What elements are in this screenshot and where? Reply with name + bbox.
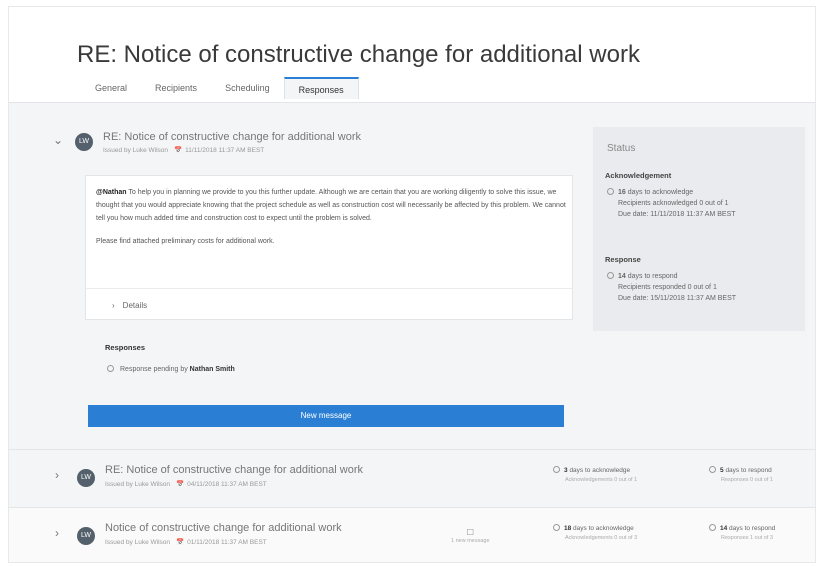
status-heading: Status: [607, 143, 636, 154]
tab-bar: General Recipients Scheduling Responses: [81, 77, 359, 99]
status-panel: Status Acknowledgement 16 days to acknow…: [593, 127, 805, 331]
calendar-icon: 📅: [176, 539, 185, 546]
resp-sub: Responses 1 out of 3: [721, 535, 773, 541]
new-message-count[interactable]: □ 1 new message: [451, 527, 490, 544]
resp-counter: 14 days to respond Responses 1 out of 3: [709, 524, 775, 541]
resp-due-date: Due date: 15/11/2018 11:37 AM BEST: [618, 295, 737, 302]
clock-icon: [107, 365, 114, 372]
resp-label: days to respond: [725, 467, 772, 474]
ack-days-label: days to acknowledge: [627, 189, 694, 196]
new-message-button[interactable]: New message: [88, 405, 564, 427]
response-info: 14 days to respond Recipients responded …: [607, 271, 736, 304]
ack-days: 3: [564, 467, 568, 474]
ack-due-date: Due date: 11/11/2018 11:37 AM BEST: [618, 211, 736, 218]
acknowledgement-info: 16 days to acknowledge Recipients acknow…: [607, 187, 736, 220]
ack-counter: 3 days to acknowledge Acknowledgements 0…: [553, 466, 637, 483]
acknowledgement-heading: Acknowledgement: [605, 171, 672, 180]
resp-recipients: Recipients responded 0 out of 1: [618, 284, 717, 291]
mention[interactable]: @Nathan: [96, 189, 127, 196]
message-paragraph-1: To help you in planning we provide to yo…: [96, 189, 566, 222]
avatar: LW: [77, 527, 95, 545]
resp-days: 14: [618, 273, 626, 280]
response-pending-text: Response pending by: [120, 366, 188, 373]
avatar: LW: [77, 469, 95, 487]
avatar: LW: [75, 133, 93, 151]
ack-recipients: Recipients acknowledged 0 out of 1: [618, 200, 729, 207]
calendar-icon: 📅: [174, 147, 183, 154]
response-pending-row: Response pending by Nathan Smith: [107, 365, 235, 373]
message-paragraph-2: Please find attached preliminary costs f…: [96, 238, 275, 245]
clock-icon: [709, 466, 716, 473]
tab-general[interactable]: General: [81, 77, 141, 99]
clock-icon: [553, 524, 560, 531]
issued-by-text: Issued by Luke Wilson: [105, 481, 171, 488]
ack-label: days to acknowledge: [573, 525, 634, 532]
calendar-icon: 📅: [176, 481, 185, 488]
message-body: @Nathan To help you in planning we provi…: [96, 186, 566, 258]
tab-responses[interactable]: Responses: [283, 77, 359, 99]
clock-icon: [607, 272, 614, 279]
message-date: 11/11/2018 11:37 AM BEST: [185, 147, 265, 154]
ack-counter: 18 days to acknowledge Acknowledgements …: [553, 524, 637, 541]
issued-by-text: Issued by Luke Wilson: [103, 147, 169, 154]
expand-chevron-icon[interactable]: ›: [55, 468, 59, 482]
page-header: RE: Notice of constructive change for ad…: [9, 7, 815, 103]
message-row[interactable]: › LW RE: Notice of constructive change f…: [9, 449, 815, 505]
clock-icon: [553, 466, 560, 473]
issued-by-text: Issued by Luke Wilson: [105, 539, 171, 546]
clock-icon: [709, 524, 716, 531]
resp-days: 14: [720, 525, 728, 532]
message-title[interactable]: Notice of constructive change for additi…: [105, 522, 342, 534]
new-message-count-label: 1 new message: [451, 538, 490, 544]
collapse-chevron-icon[interactable]: ⌄: [53, 133, 63, 147]
resp-days-label: days to respond: [627, 273, 678, 280]
message-thread-panel: RE: Notice of constructive change for ad…: [8, 6, 816, 563]
response-heading: Response: [605, 255, 641, 264]
ack-days: 18: [564, 525, 572, 532]
resp-counter: 5 days to respond Responses 0 out of 1: [709, 466, 773, 483]
message-meta: Issued by Luke Wilson 📅 11/11/2018 11:37 A…: [103, 146, 264, 154]
message-date: 04/11/2018 11:37 AM BEST: [187, 481, 267, 488]
details-label: Details: [122, 301, 148, 310]
ack-days: 16: [618, 189, 626, 196]
ack-sub: Acknowledgements 0 out of 1: [565, 477, 638, 483]
chevron-right-icon: ›: [112, 301, 115, 310]
message-icon: □: [467, 527, 474, 538]
resp-label: days to respond: [729, 525, 776, 532]
expand-chevron-icon[interactable]: ›: [55, 526, 59, 540]
resp-days: 5: [720, 467, 724, 474]
page-title: RE: Notice of constructive change for ad…: [77, 41, 640, 68]
message-meta: Issued by Luke Wilson 📅 01/11/2018 11:37 A…: [105, 538, 267, 546]
response-pending-name: Nathan Smith: [189, 366, 235, 373]
tab-recipients[interactable]: Recipients: [141, 77, 211, 99]
message-date: 01/11/2018 11:37 AM BEST: [187, 539, 267, 546]
ack-sub: Acknowledgements 0 out of 3: [565, 535, 638, 541]
responses-heading: Responses: [105, 343, 146, 352]
message-title[interactable]: RE: Notice of constructive change for ad…: [105, 464, 363, 476]
resp-sub: Responses 0 out of 1: [721, 477, 773, 483]
details-toggle[interactable]: › Details: [86, 288, 572, 321]
message-meta: Issued by Luke Wilson 📅 04/11/2018 11:37 A…: [105, 480, 267, 488]
message-card: @Nathan To help you in planning we provi…: [85, 175, 573, 320]
tab-scheduling[interactable]: Scheduling: [211, 77, 284, 99]
clock-icon: [607, 188, 614, 195]
message-title[interactable]: RE: Notice of constructive change for ad…: [103, 131, 361, 143]
ack-label: days to acknowledge: [569, 467, 631, 474]
message-row[interactable]: › LW Notice of constructive change for a…: [9, 507, 815, 562]
